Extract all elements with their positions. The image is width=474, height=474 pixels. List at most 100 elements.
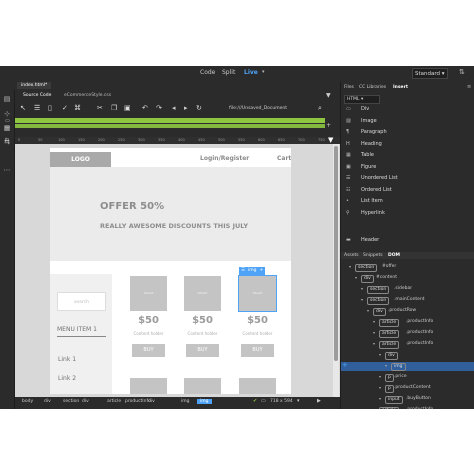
- redo-icon[interactable]: ↷: [156, 104, 162, 112]
- list-icon[interactable]: ☰: [34, 104, 40, 112]
- insert-item-table[interactable]: Table: [361, 152, 374, 158]
- dom-tag[interactable]: section: [355, 264, 378, 272]
- tag-icon[interactable]: ⌘: [74, 104, 81, 112]
- canvas-scroll-thumb[interactable]: [334, 146, 338, 361]
- product-image-1[interactable]: IMAGE: [130, 276, 167, 311]
- dom-tag[interactable]: article: [379, 341, 400, 349]
- dom-tag[interactable]: p: [385, 374, 394, 382]
- sync-icon[interactable]: ⇅: [459, 68, 465, 76]
- search-input[interactable]: search: [57, 292, 106, 311]
- crumb-body[interactable]: body: [22, 399, 33, 404]
- chevron-down-icon[interactable]: ▾: [349, 264, 351, 269]
- paste-icon[interactable]: ▣: [124, 104, 131, 112]
- offer-section[interactable]: [50, 167, 291, 261]
- chevron-down-icon[interactable]: ▾: [373, 330, 375, 335]
- url-field[interactable]: file:///Unsaved_Document: [229, 106, 287, 111]
- crumb-div-4[interactable]: img: [181, 399, 190, 404]
- element-hud[interactable]: ☰ img +: [239, 267, 266, 275]
- buy-button-3[interactable]: BUY: [241, 344, 274, 357]
- dom-row[interactable]: ▾ img: [341, 362, 474, 371]
- snippets-tab[interactable]: Snippets: [363, 253, 383, 258]
- dom-row[interactable]: ▾ input .buyButton: [341, 395, 474, 404]
- mobile-icon[interactable]: ▯: [48, 104, 52, 112]
- files-tab[interactable]: Files: [344, 85, 354, 90]
- size-chevron-icon[interactable]: ▾: [297, 398, 300, 404]
- check-icon[interactable]: ✓: [62, 104, 68, 112]
- crumb-div[interactable]: div: [44, 399, 51, 404]
- sidebar-link-1[interactable]: Link 1: [58, 356, 76, 363]
- settings-icon[interactable]: ⌕: [318, 104, 322, 113]
- crumb-div-3[interactable]: article: [107, 399, 121, 404]
- chevron-down-icon[interactable]: ▾: [379, 374, 381, 379]
- add-element-icon[interactable]: +: [342, 361, 348, 369]
- file-icon[interactable]: ▤: [3, 95, 11, 103]
- dom-tag[interactable]: article: [379, 407, 400, 409]
- dom-row[interactable]: ▾ article .productInfo: [341, 318, 474, 327]
- device-icon[interactable]: ▭: [261, 398, 266, 404]
- copy-icon[interactable]: ❐: [111, 104, 117, 112]
- insert-item-ordered-list[interactable]: Ordered List: [361, 187, 392, 193]
- filter-icon[interactable]: ▼: [326, 92, 331, 99]
- dom-tag[interactable]: div: [385, 352, 398, 360]
- chevron-down-icon[interactable]: ▾: [379, 396, 381, 401]
- dom-tag[interactable]: article: [379, 319, 400, 327]
- insert-item-list-item[interactable]: List Item: [361, 198, 383, 204]
- insert-item-figure[interactable]: Figure: [361, 164, 376, 170]
- dom-row[interactable]: ▾ div #content: [341, 274, 474, 283]
- assets-tab[interactable]: Assets: [344, 253, 359, 258]
- logo[interactable]: LOGO: [50, 152, 111, 167]
- dom-tag[interactable]: section: [367, 297, 390, 305]
- crumb-section[interactable]: div: [82, 399, 89, 404]
- chevron-down-icon[interactable]: ▾: [379, 352, 381, 357]
- menu-title[interactable]: MENU ITEM 1: [57, 326, 97, 333]
- crumb-div-2[interactable]: section: [63, 399, 79, 404]
- live-view-button[interactable]: Live: [244, 69, 258, 76]
- dom-row[interactable]: ▾ div: [341, 351, 474, 360]
- media-query-bar[interactable]: [15, 124, 325, 128]
- insert-tab[interactable]: Insert: [393, 85, 408, 90]
- insert-item-hyperlink[interactable]: Hyperlink: [361, 210, 385, 216]
- buy-button-2[interactable]: BUY: [186, 344, 219, 357]
- add-media-icon[interactable]: +: [326, 122, 331, 129]
- dom-tag[interactable]: img: [391, 363, 406, 371]
- buy-button-1[interactable]: BUY: [132, 344, 165, 357]
- window-size[interactable]: 718 x 594: [270, 399, 293, 404]
- dom-row[interactable]: ▾ p .price: [341, 373, 474, 382]
- inspect-icon[interactable]: ⊹: [3, 110, 11, 118]
- pointer-icon[interactable]: ↖: [20, 104, 26, 112]
- chevron-down-icon[interactable]: ▾: [262, 69, 265, 75]
- product-image-5[interactable]: [184, 378, 221, 394]
- insert-item-header[interactable]: Header: [361, 237, 379, 243]
- dom-row[interactable]: ▾ section .mainContent: [341, 296, 474, 305]
- hud-menu-icon[interactable]: ☰: [241, 267, 245, 275]
- dom-row[interactable]: ▾ article .productInfo: [341, 340, 474, 349]
- chevron-down-icon[interactable]: ▾: [367, 308, 369, 313]
- insert-item-heading[interactable]: Heading: [361, 141, 382, 147]
- chevron-down-icon[interactable]: ▾: [361, 286, 363, 291]
- dom-tag[interactable]: div: [361, 275, 374, 283]
- chevron-down-icon[interactable]: ▾: [373, 341, 375, 346]
- ruler-handle-icon[interactable]: ▼: [328, 136, 333, 144]
- source-code-tab[interactable]: Source Code: [23, 93, 51, 98]
- back-icon[interactable]: ◂: [172, 104, 176, 112]
- dom-row[interactable]: ▾ p .productContent: [341, 384, 474, 393]
- undo-icon[interactable]: ↶: [142, 104, 148, 112]
- queries-icon[interactable]: ▭: [5, 124, 10, 130]
- cc-libraries-tab[interactable]: CC Libraries: [359, 85, 386, 90]
- visual-aid-icon[interactable]: ⇆: [5, 137, 9, 143]
- dom-row[interactable]: ▾ section .sidebar: [341, 285, 474, 294]
- forward-icon[interactable]: ▸: [184, 104, 188, 112]
- sidebar-link-2[interactable]: Link 2: [58, 375, 76, 382]
- dom-tab[interactable]: DOM: [388, 253, 400, 258]
- insert-item-paragraph[interactable]: Paragraph: [361, 129, 387, 135]
- dom-row[interactable]: ▾ div .productRow: [341, 307, 474, 316]
- dom-tag[interactable]: input: [385, 396, 403, 404]
- crumb-img[interactable]: img: [197, 399, 212, 404]
- dom-tag[interactable]: div: [373, 308, 386, 316]
- insert-category-select[interactable]: HTML ▾: [344, 95, 380, 104]
- dom-row[interactable]: ▾ section #offer: [341, 263, 474, 272]
- dom-tag[interactable]: section: [367, 286, 390, 294]
- refresh-icon[interactable]: ↻: [196, 104, 202, 112]
- chevron-down-icon[interactable]: ▾: [379, 385, 381, 390]
- more-icon[interactable]: ⋯: [3, 166, 11, 174]
